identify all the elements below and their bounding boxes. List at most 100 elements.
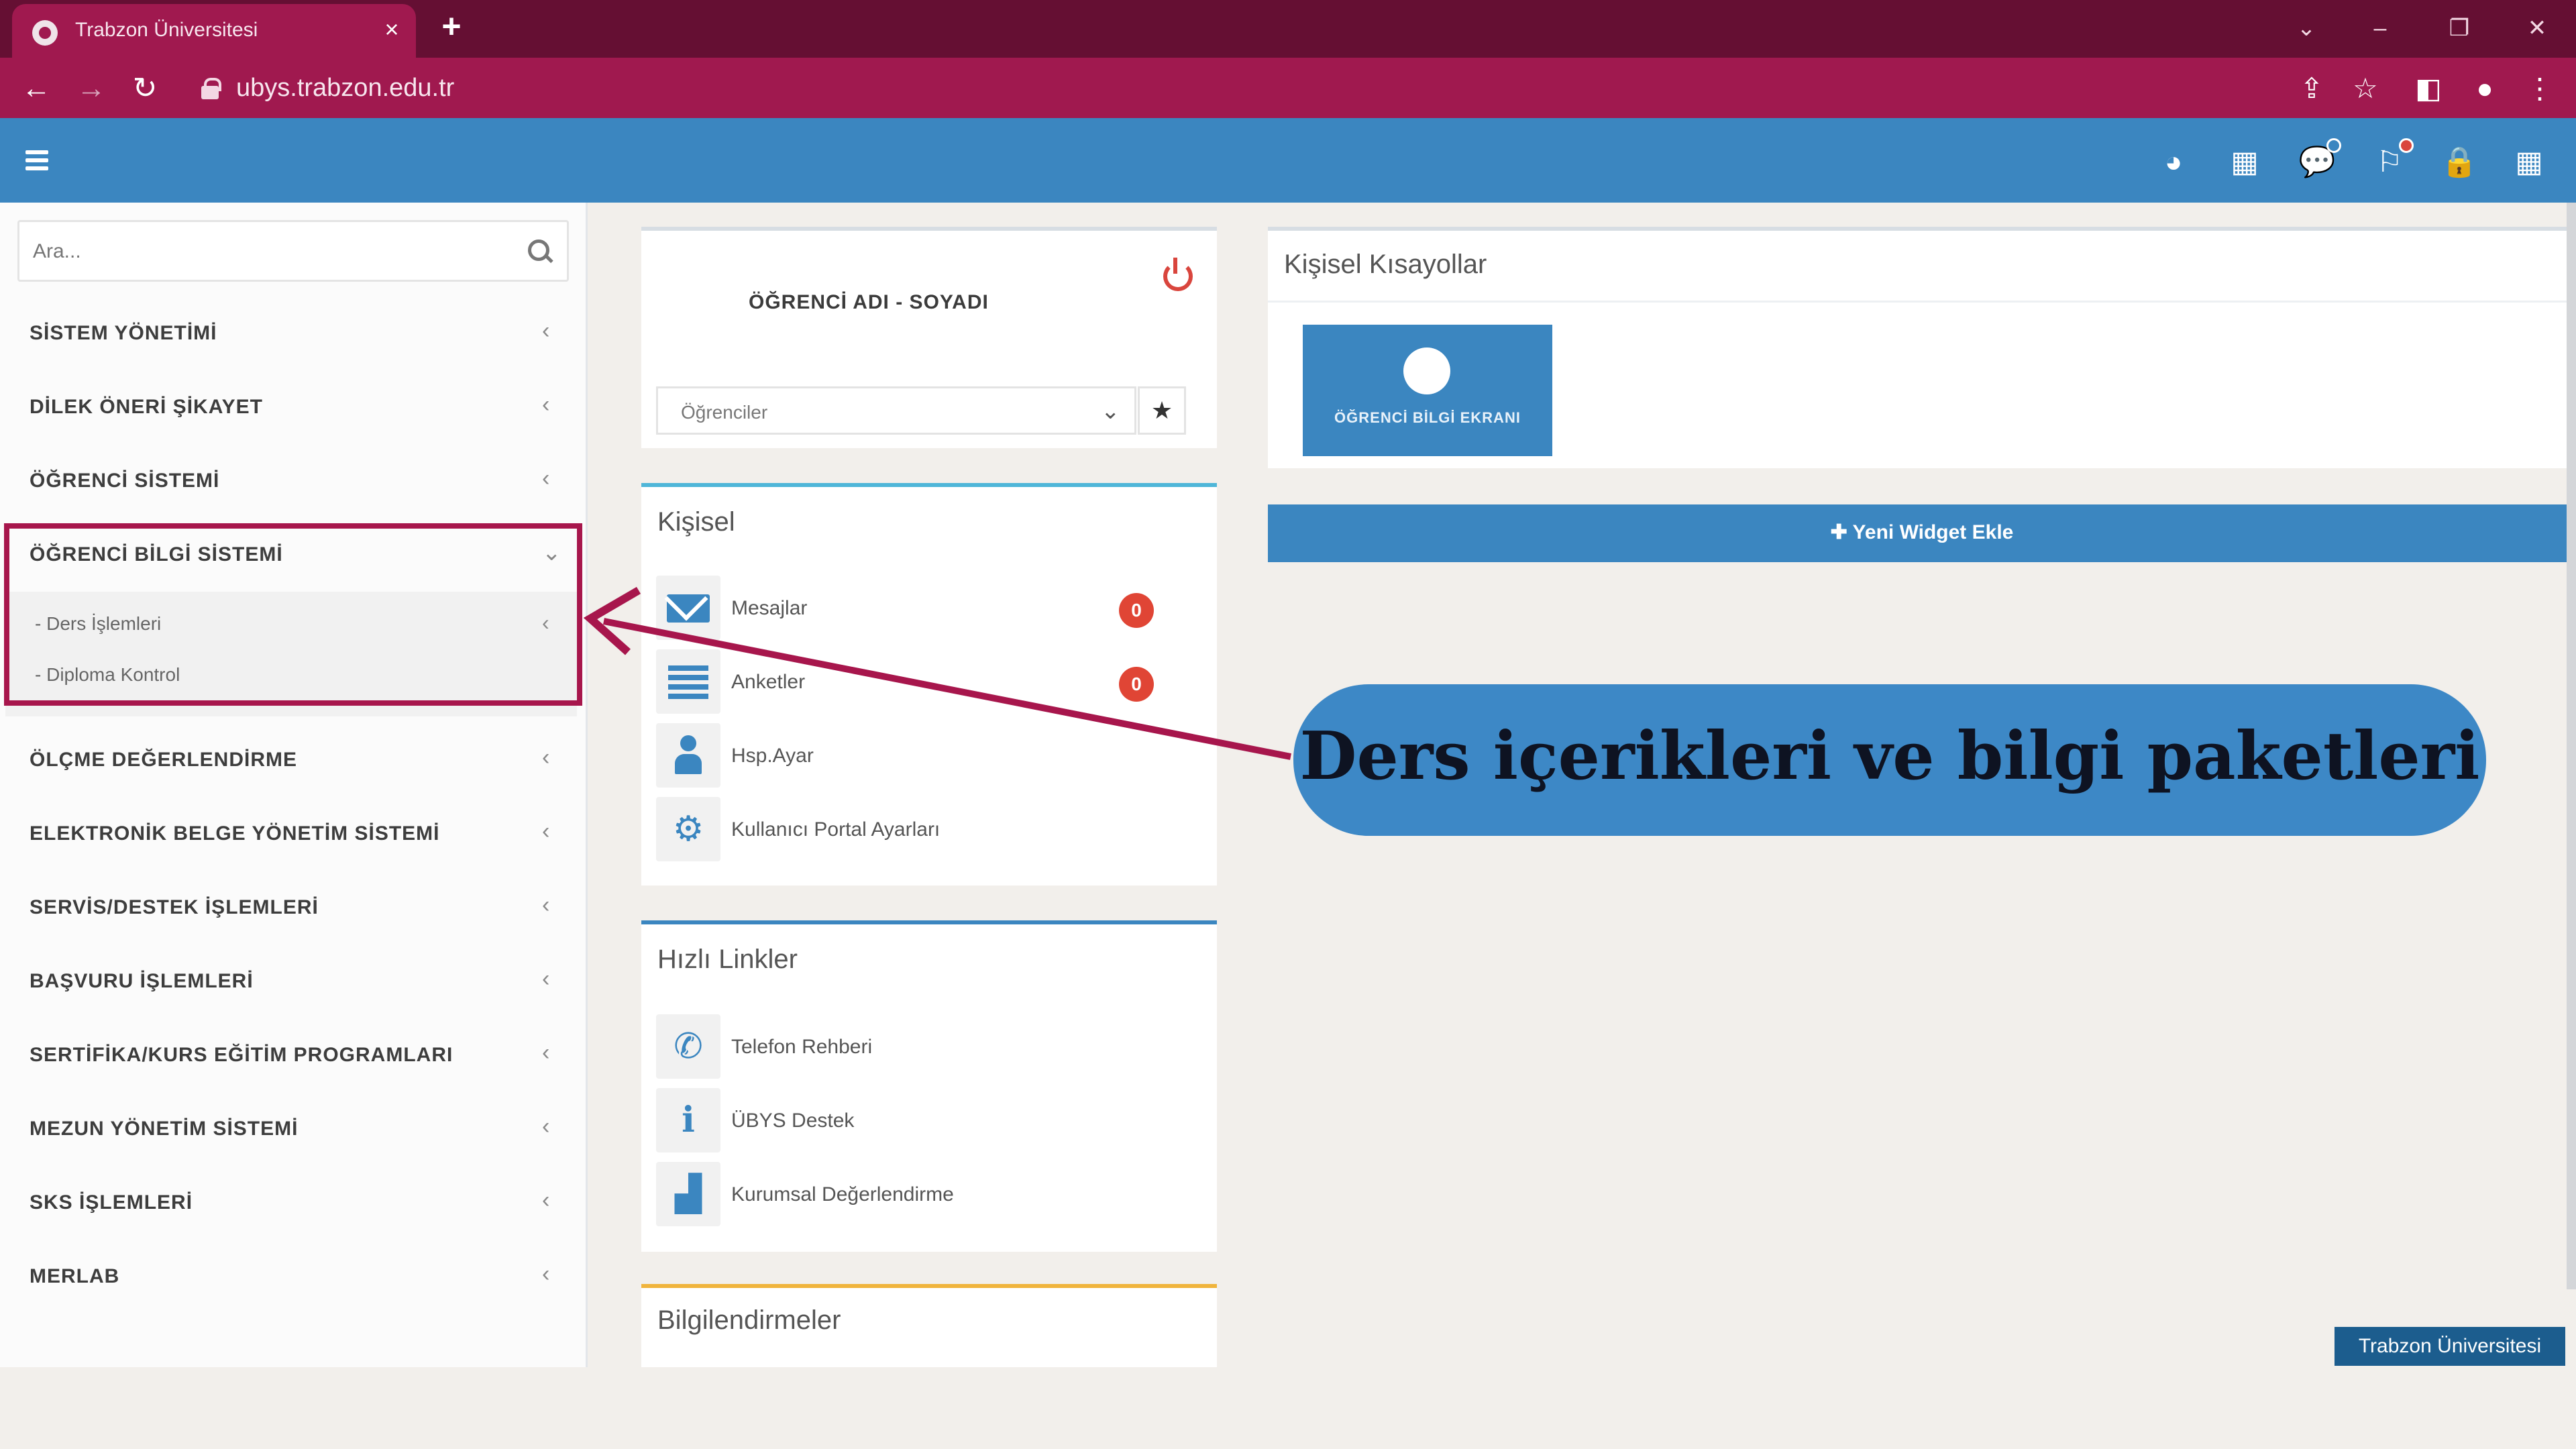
annotation-callout: Ders içerikleri ve bilgi paketleri xyxy=(1293,684,2486,836)
sidebar-item-label: ELEKTRONİK BELGE YÖNETİM SİSTEMİ xyxy=(30,822,440,845)
page-scrollbar[interactable] xyxy=(2567,203,2576,1289)
chevron-left-icon: ‹ xyxy=(542,745,550,770)
list-item-hsp-ayar[interactable]: Hsp.Ayar xyxy=(656,723,1206,790)
chevron-left-icon: ‹ xyxy=(542,318,550,343)
role-select-value: Öğrenciler xyxy=(681,402,768,423)
restore-button[interactable]: ❐ xyxy=(2439,9,2479,47)
add-widget-label: ✚ Yeni Widget Ekle xyxy=(1830,521,2014,543)
browser-menu-icon[interactable]: ⋮ xyxy=(2521,70,2559,107)
share-icon[interactable]: ⇪ xyxy=(2293,70,2330,107)
sidebar-search xyxy=(17,220,569,282)
chat-icon[interactable]: 💬 xyxy=(2297,138,2341,182)
student-name: ÖĞRENCİ ADI - SOYADI xyxy=(749,291,989,313)
close-window-button[interactable]: ✕ xyxy=(2517,9,2557,47)
search-icon[interactable] xyxy=(527,238,553,265)
chevron-left-icon: ‹ xyxy=(542,392,550,417)
chevron-left-icon: ‹ xyxy=(542,818,550,844)
dashboard-icon[interactable]: ◕ xyxy=(2153,142,2194,182)
sidebar-item-label: ÖĞRENCİ SİSTEMİ xyxy=(30,470,220,492)
info-icon: i xyxy=(656,1088,720,1152)
chevron-left-icon: ‹ xyxy=(542,892,550,918)
flag-icon[interactable]: ⚐ xyxy=(2369,138,2414,182)
sidebar-item-dilek-oneri-sikayet[interactable]: DİLEK ÖNERİ ŞİKAYET ‹ xyxy=(0,370,588,444)
list-item-ubys-destek[interactable]: i ÜBYS Destek xyxy=(656,1088,1206,1155)
chevron-left-icon: ‹ xyxy=(542,1114,550,1139)
count-badge: 0 xyxy=(1119,593,1154,628)
chevron-left-icon: ‹ xyxy=(542,466,550,491)
area-chart-icon: ▟ xyxy=(656,1162,720,1226)
reload-icon[interactable]: ↻ xyxy=(126,70,164,107)
notifications-panel: Bilgilendirmeler xyxy=(641,1284,1217,1367)
list-item-label: Kurumsal Değerlendirme xyxy=(731,1183,954,1205)
personal-shortcuts-panel: Kişisel Kısayollar ÖĞRENCİ BİLGİ EKRANI xyxy=(1268,227,2576,468)
browser-tab[interactable]: Trabzon Üniversitesi × xyxy=(12,4,416,58)
sidebar-item-label: BAŞVURU İŞLEMLERİ xyxy=(30,970,254,992)
sidebar-item-label: MEZUN YÖNETİM SİSTEMİ xyxy=(30,1118,299,1140)
forward-icon[interactable]: → xyxy=(72,70,110,107)
tab-search-icon[interactable]: ⌄ xyxy=(2286,9,2326,47)
new-tab-button[interactable]: + xyxy=(435,9,468,44)
sidebar-item-label: SKS İŞLEMLERİ xyxy=(30,1191,193,1214)
sidebar-item-label: SERVİS/DESTEK İŞLEMLERİ xyxy=(30,896,319,918)
list-icon xyxy=(656,649,720,714)
role-select[interactable]: Öğrenciler ⌄ xyxy=(656,386,1136,435)
list-item-label: ÜBYS Destek xyxy=(731,1110,855,1132)
apps-grid-icon[interactable]: ▦ xyxy=(2509,142,2549,182)
power-icon[interactable] xyxy=(1161,258,1193,291)
list-item-telefon-rehberi[interactable]: ✆ Telefon Rehberi xyxy=(656,1014,1206,1081)
divider xyxy=(1268,301,2576,303)
list-item-portal-ayarlari[interactable]: ⚙ Kullanıcı Portal Ayarları xyxy=(656,797,1206,864)
bookmark-star-icon[interactable]: ☆ xyxy=(2347,70,2384,107)
sidebar-item-mezun-yonetim[interactable]: MEZUN YÖNETİM SİSTEMİ ‹ xyxy=(0,1092,588,1166)
list-item-label: Anketler xyxy=(731,671,806,693)
favorite-star-button[interactable]: ★ xyxy=(1138,386,1186,435)
chevron-left-icon: ‹ xyxy=(542,1040,550,1065)
panel-title: Hızlı Linkler xyxy=(657,945,798,974)
sidebar-item-elektronik-belge[interactable]: ELEKTRONİK BELGE YÖNETİM SİSTEMİ ‹ xyxy=(0,797,588,871)
envelope-icon xyxy=(656,576,720,640)
footer-badge: Trabzon Üniversitesi xyxy=(2334,1327,2565,1366)
tab-close-icon[interactable]: × xyxy=(378,15,405,44)
sidebar-item-merlab[interactable]: MERLAB ‹ xyxy=(0,1240,588,1313)
panel-title: Kişisel Kısayollar xyxy=(1284,250,1487,279)
lock-icon[interactable] xyxy=(201,78,221,99)
callout-text: Ders içerikleri ve bilgi paketleri xyxy=(1299,718,2480,795)
address-bar-url[interactable]: ubys.trabzon.edu.tr xyxy=(236,74,454,103)
browser-toolbar: ← → ↻ ubys.trabzon.edu.tr ⇪ ☆ ◧ ● ⋮ xyxy=(0,58,2576,118)
side-panel-icon[interactable]: ◧ xyxy=(2410,70,2447,107)
annotation-highlight-box xyxy=(4,523,582,706)
sidebar-item-servis-destek[interactable]: SERVİS/DESTEK İŞLEMLERİ ‹ xyxy=(0,871,588,945)
count-badge: 0 xyxy=(1119,667,1154,702)
sidebar-item-ogrenci-sistemi[interactable]: ÖĞRENCİ SİSTEMİ ‹ xyxy=(0,444,588,518)
user-icon xyxy=(656,723,720,788)
sidebar-item-olcme-degerlendirme[interactable]: ÖLÇME DEĞERLENDİRME ‹ xyxy=(0,723,588,797)
profile-panel: ÖĞRENCİ ADI - SOYADI Öğrenciler ⌄ ★ xyxy=(641,227,1217,448)
sidebar-item-label: SERTİFİKA/KURS EĞİTİM PROGRAMLARI xyxy=(30,1044,453,1066)
list-item-label: Telefon Rehberi xyxy=(731,1036,873,1058)
sidebar-item-sertifika-kurs[interactable]: SERTİFİKA/KURS EĞİTİM PROGRAMLARI ‹ xyxy=(0,1018,588,1092)
hamburger-menu-icon[interactable] xyxy=(20,142,56,178)
add-widget-button[interactable]: ✚ Yeni Widget Ekle xyxy=(1268,504,2576,562)
shortcut-tile-label: ÖĞRENCİ BİLGİ EKRANI xyxy=(1334,409,1521,426)
profile-icon[interactable]: ● xyxy=(2466,70,2504,107)
chevron-left-icon: ‹ xyxy=(542,966,550,991)
back-icon[interactable]: ← xyxy=(17,70,55,107)
sidebar-item-basvuru-islemleri[interactable]: BAŞVURU İŞLEMLERİ ‹ xyxy=(0,945,588,1018)
shortcut-tile-student-info[interactable]: ÖĞRENCİ BİLGİ EKRANI xyxy=(1303,325,1552,456)
list-item-mesajlar[interactable]: Mesajlar 0 xyxy=(656,576,1206,643)
calendar-icon[interactable]: ▦ xyxy=(2224,142,2265,182)
list-item-label: Kullanıcı Portal Ayarları xyxy=(731,818,941,841)
sidebar-item-label: SİSTEM YÖNETİMİ xyxy=(30,322,217,344)
search-input[interactable] xyxy=(33,231,502,272)
list-item-anketler[interactable]: Anketler 0 xyxy=(656,649,1206,716)
list-item-label: Mesajlar xyxy=(731,597,808,619)
list-item-kurumsal-degerlendirme[interactable]: ▟ Kurumsal Değerlendirme xyxy=(656,1162,1206,1229)
sidebar-item-sks-islemleri[interactable]: SKS İŞLEMLERİ ‹ xyxy=(0,1166,588,1240)
quick-links-panel: Hızlı Linkler ✆ Telefon Rehberi i ÜBYS D… xyxy=(641,920,1217,1252)
phone-icon: ✆ xyxy=(656,1014,720,1079)
minimize-button[interactable]: – xyxy=(2360,9,2400,47)
sidebar-item-sistem-yonetimi[interactable]: SİSTEM YÖNETİMİ ‹ xyxy=(0,297,588,370)
list-item-label: Hsp.Ayar xyxy=(731,745,814,767)
circle-icon xyxy=(1403,347,1450,394)
lock-icon[interactable]: 🔒 xyxy=(2439,142,2479,182)
